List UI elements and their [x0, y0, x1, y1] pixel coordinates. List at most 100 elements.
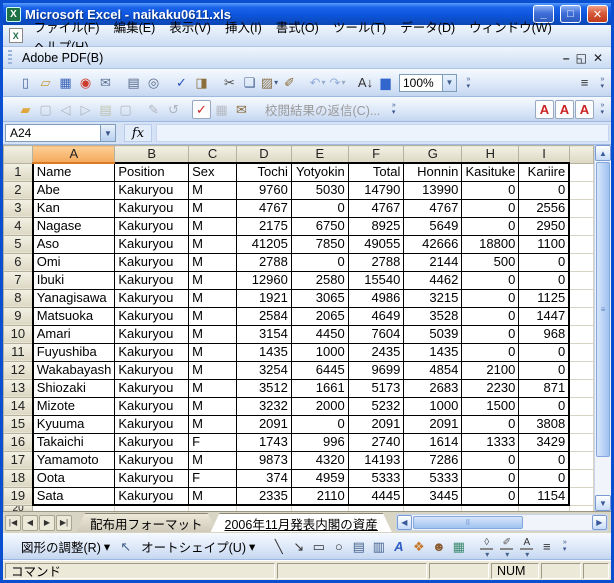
- cell-B11[interactable]: Kakuryou: [115, 343, 189, 361]
- cell-A11[interactable]: Fuyushiba: [33, 343, 115, 361]
- clip-art-icon[interactable]: ☻: [429, 537, 448, 556]
- cell-B4[interactable]: Kakuryou: [115, 217, 189, 235]
- previous-sheet-button[interactable]: ◀: [22, 515, 38, 531]
- toolbar-options-button[interactable]: »▾: [558, 539, 571, 553]
- toolbar-grip[interactable]: [8, 50, 12, 65]
- new-document-icon[interactable]: ▯: [16, 73, 35, 92]
- cell-partial[interactable]: [569, 289, 593, 307]
- fill-color-icon[interactable]: ◊▾: [477, 537, 496, 556]
- cell-G12[interactable]: 4854: [404, 361, 462, 379]
- scroll-up-icon[interactable]: ▲: [595, 145, 611, 161]
- cell-I17[interactable]: 0: [519, 451, 569, 469]
- cell-A8[interactable]: Yanagisawa: [33, 289, 115, 307]
- cell-G9[interactable]: 3528: [404, 307, 462, 325]
- cell-G7[interactable]: 4462: [404, 271, 462, 289]
- cell-I13[interactable]: 871: [519, 379, 569, 397]
- cell-D9[interactable]: 2584: [237, 307, 292, 325]
- row-header-16[interactable]: 16: [4, 433, 33, 451]
- cell-G16[interactable]: 1614: [404, 433, 462, 451]
- cell-E12[interactable]: 6445: [291, 361, 348, 379]
- cell-E11[interactable]: 1000: [291, 343, 348, 361]
- autoshapes-menu-button[interactable]: オートシェイプ(U)▾: [136, 535, 260, 558]
- line-icon[interactable]: ╲: [269, 537, 288, 556]
- cell-A5[interactable]: Aso: [33, 235, 115, 253]
- cell-I18[interactable]: 0: [519, 469, 569, 487]
- cell-F14[interactable]: 5232: [348, 397, 404, 415]
- cell-partial[interactable]: [348, 505, 404, 511]
- save-icon[interactable]: ▦: [56, 73, 75, 92]
- format-painter-icon[interactable]: ✐: [280, 73, 299, 92]
- cell-F10[interactable]: 7604: [348, 325, 404, 343]
- row-header-3[interactable]: 3: [4, 199, 33, 217]
- cell-B2[interactable]: Kakuryou: [115, 181, 189, 199]
- sheet-tab-0[interactable]: 配布用フォーマット: [76, 513, 217, 532]
- column-header-C[interactable]: C: [189, 146, 237, 164]
- cell-D19[interactable]: 2335: [237, 487, 292, 505]
- cell-A14[interactable]: Mizote: [33, 397, 115, 415]
- vertical-scrollbar[interactable]: ▲ ≡ ▼: [594, 145, 611, 511]
- vertical-scroll-track[interactable]: [595, 458, 611, 495]
- cell-G3[interactable]: 4767: [404, 199, 462, 217]
- minimize-window-icon[interactable]: –: [563, 51, 570, 65]
- cell-H1[interactable]: Kasituke: [462, 163, 519, 181]
- column-header-G[interactable]: G: [404, 146, 462, 164]
- cell-partial[interactable]: [569, 343, 593, 361]
- open-icon[interactable]: ▱: [36, 73, 55, 92]
- cell-H4[interactable]: 0: [462, 217, 519, 235]
- toolbar-options-button[interactable]: »▾: [596, 102, 609, 116]
- cell-I12[interactable]: 0: [519, 361, 569, 379]
- cell-D3[interactable]: 4767: [237, 199, 292, 217]
- cell-H10[interactable]: 0: [462, 325, 519, 343]
- cell-B17[interactable]: Kakuryou: [115, 451, 189, 469]
- cell-I11[interactable]: 0: [519, 343, 569, 361]
- cell-E3[interactable]: 0: [291, 199, 348, 217]
- cell-D1[interactable]: Tochi: [237, 163, 292, 181]
- cell-G1[interactable]: Honnin: [404, 163, 462, 181]
- cell-C14[interactable]: M: [189, 397, 237, 415]
- cell-G17[interactable]: 7286: [404, 451, 462, 469]
- mail-icon[interactable]: ✉: [96, 73, 115, 92]
- cell-B12[interactable]: Kakuryou: [115, 361, 189, 379]
- cell-E10[interactable]: 4450: [291, 325, 348, 343]
- menu-1[interactable]: 編集(E): [107, 19, 163, 37]
- cell-E17[interactable]: 4320: [291, 451, 348, 469]
- row-header-7[interactable]: 7: [4, 271, 33, 289]
- cell-B18[interactable]: Kakuryou: [115, 469, 189, 487]
- cell-A15[interactable]: Kyuuma: [33, 415, 115, 433]
- zoom-select[interactable]: 100%▼: [399, 74, 457, 92]
- line-style-icon[interactable]: ≡: [537, 537, 556, 556]
- scroll-left-icon[interactable]: ◀: [397, 515, 412, 530]
- cell-H6[interactable]: 500: [462, 253, 519, 271]
- cell-G13[interactable]: 2683: [404, 379, 462, 397]
- cell-D13[interactable]: 3512: [237, 379, 292, 397]
- cell-A1[interactable]: Name: [33, 163, 115, 181]
- cell-C17[interactable]: M: [189, 451, 237, 469]
- cell-E16[interactable]: 996: [291, 433, 348, 451]
- cell-D15[interactable]: 2091: [237, 415, 292, 433]
- row-header-15[interactable]: 15: [4, 415, 33, 433]
- formula-input[interactable]: [156, 124, 609, 142]
- cell-I8[interactable]: 1125: [519, 289, 569, 307]
- spelling-icon[interactable]: ✓: [172, 73, 191, 92]
- picture-icon[interactable]: ▦: [449, 537, 468, 556]
- cell-F1[interactable]: Total: [348, 163, 404, 181]
- menu-6[interactable]: データ(D): [393, 19, 462, 37]
- cell-F16[interactable]: 2740: [348, 433, 404, 451]
- cell-E15[interactable]: 0: [291, 415, 348, 433]
- column-header-I[interactable]: I: [519, 146, 569, 164]
- cell-E1[interactable]: Yotyokin: [291, 163, 348, 181]
- cell-H12[interactable]: 2100: [462, 361, 519, 379]
- cell-B3[interactable]: Kakuryou: [115, 199, 189, 217]
- cell-C6[interactable]: M: [189, 253, 237, 271]
- cell-D17[interactable]: 9873: [237, 451, 292, 469]
- menu-2[interactable]: 表示(V): [162, 19, 218, 37]
- row-header-20[interactable]: 20: [4, 505, 33, 511]
- name-box[interactable]: A24: [5, 124, 101, 142]
- last-sheet-button[interactable]: ▶|: [56, 515, 72, 531]
- cell-H7[interactable]: 0: [462, 271, 519, 289]
- cell-partial[interactable]: [462, 505, 519, 511]
- cell-F9[interactable]: 4649: [348, 307, 404, 325]
- cell-B7[interactable]: Kakuryou: [115, 271, 189, 289]
- cell-E9[interactable]: 2065: [291, 307, 348, 325]
- cell-G2[interactable]: 13990: [404, 181, 462, 199]
